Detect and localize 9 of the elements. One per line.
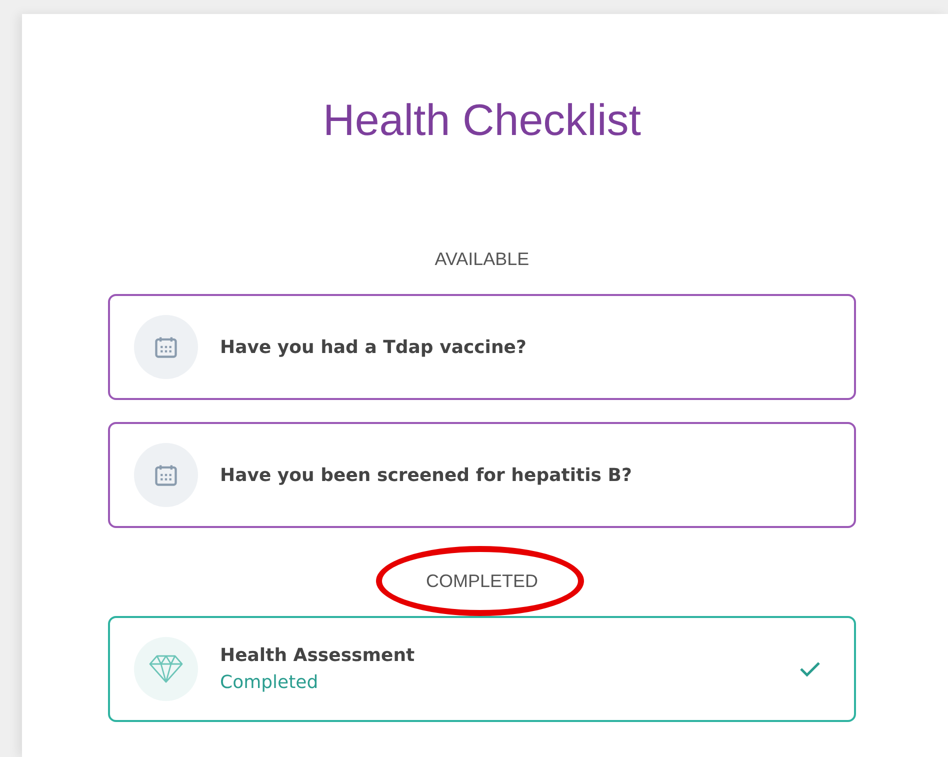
item-title: Have you been screened for hepatitis B? bbox=[220, 464, 633, 486]
item-title: Health Assessment bbox=[220, 645, 416, 666]
checklist-card[interactable]: Have you been screened for hepatitis B? bbox=[108, 422, 856, 528]
section-heading: COMPLETED bbox=[426, 570, 538, 592]
section-heading: AVAILABLE bbox=[434, 248, 530, 270]
checklist-card[interactable]: Have you had a Tdap vaccine? bbox=[108, 294, 856, 400]
item-status: Completed bbox=[220, 672, 320, 693]
checklist-card[interactable]: Health Assessment Completed bbox=[108, 616, 856, 722]
item-title: Have you had a Tdap vaccine? bbox=[220, 336, 528, 358]
